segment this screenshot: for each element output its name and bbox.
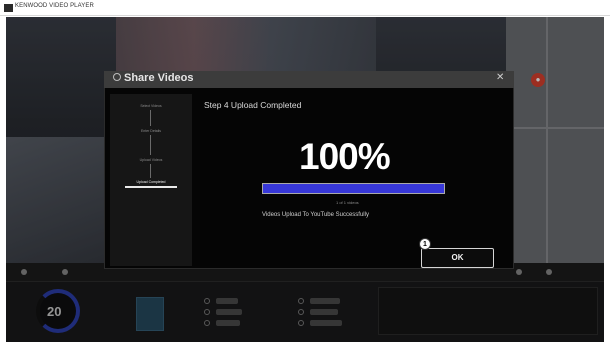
- step-upload-videos: Upload Videos: [139, 158, 163, 162]
- window-title: KENWOOD VIDEO PLAYER: [15, 3, 94, 9]
- share-icon: [113, 73, 121, 81]
- step-connector: [150, 110, 151, 126]
- step-enter-details: Enter Details: [140, 129, 162, 133]
- title-bar: KENWOOD VIDEO PLAYER: [0, 0, 610, 16]
- step-connector: [150, 164, 151, 178]
- close-icon[interactable]: ✕: [496, 72, 504, 83]
- step-select-videos: Select Videos: [140, 104, 162, 108]
- step-connector: [150, 135, 151, 155]
- callout-marker: 1: [419, 238, 431, 250]
- ok-button[interactable]: OK: [421, 248, 494, 268]
- progress-percent: 100%: [299, 136, 391, 177]
- app-logo-icon: [4, 4, 13, 12]
- success-message: Videos Upload To YouTube Successfully: [262, 212, 369, 218]
- progress-bar: [262, 183, 445, 194]
- upload-count: 1 of 1 videos: [336, 200, 359, 205]
- app-window: KENWOOD VIDEO PLAYER ● 20 Share Videos ✕…: [0, 0, 610, 344]
- step-upload-completed: Upload Completed: [136, 180, 166, 184]
- dialog-heading: Step 4 Upload Completed: [204, 100, 302, 110]
- active-step-indicator: [125, 186, 177, 188]
- progress-bar-fill: [263, 184, 444, 193]
- dialog-title: Share Videos: [124, 72, 194, 84]
